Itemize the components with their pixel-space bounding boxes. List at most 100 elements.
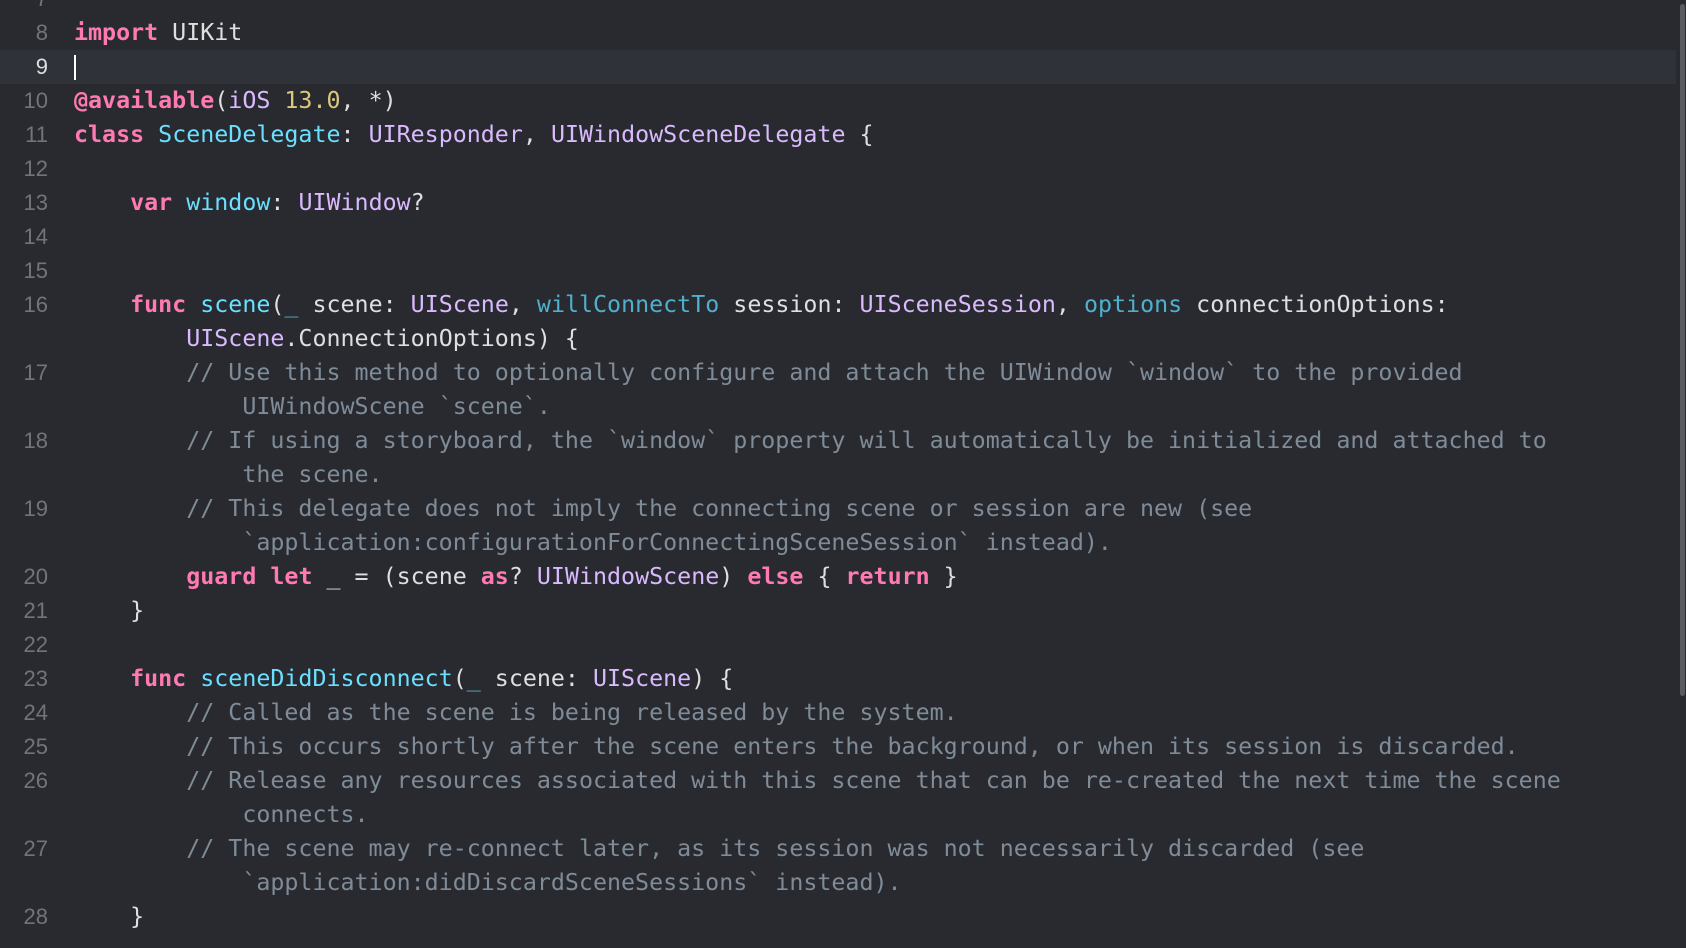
code-text[interactable]: } bbox=[74, 900, 144, 934]
code-line-25[interactable]: 25 // This occurs shortly after the scen… bbox=[0, 730, 1676, 764]
line-number: 23 bbox=[23, 666, 48, 691]
code-text[interactable]: } bbox=[74, 594, 144, 628]
code-token: UIWindowSceneDelegate bbox=[550, 121, 846, 148]
code-token: @available bbox=[74, 87, 215, 114]
code-line-18[interactable]: 18 // If using a storyboard, the `window… bbox=[0, 424, 1676, 458]
code-text[interactable]: class SceneDelegate: UIResponder, UIWind… bbox=[74, 118, 874, 152]
line-number: 8 bbox=[35, 20, 48, 45]
code-line-24[interactable]: 24 // Called as the scene is being relea… bbox=[0, 696, 1676, 730]
code-line-20[interactable]: 20 guard let _ = (scene as? UIWindowScen… bbox=[0, 560, 1676, 594]
line-number: 18 bbox=[23, 428, 48, 453]
code-line-21[interactable]: 21 } bbox=[0, 594, 1676, 628]
code-token: else bbox=[747, 563, 804, 590]
code-line-16[interactable]: 16 func scene(_ scene: UIScene, willConn… bbox=[0, 288, 1676, 322]
line-number: 27 bbox=[23, 836, 48, 861]
code-token: import bbox=[74, 19, 159, 46]
code-line-continuation[interactable]: `application:configurationForConnectingS… bbox=[0, 526, 1676, 560]
code-text[interactable]: `application:didDiscardSceneSessions` in… bbox=[74, 866, 901, 900]
code-line-13[interactable]: 13 var window: UIWindow? bbox=[0, 186, 1676, 220]
code-line-27[interactable]: 27 // The scene may re-connect later, as… bbox=[0, 832, 1676, 866]
code-line-17[interactable]: 17 // Use this method to optionally conf… bbox=[0, 356, 1676, 390]
code-token: // Release any resources associated with… bbox=[186, 767, 1561, 794]
code-token: , bbox=[522, 121, 551, 148]
code-line-8[interactable]: 8 import UIKit bbox=[0, 16, 1676, 50]
code-text[interactable]: func sceneDidDisconnect(_ scene: UIScene… bbox=[74, 662, 733, 696]
code-text[interactable]: var window: UIWindow? bbox=[74, 186, 425, 220]
code-token: let bbox=[270, 563, 313, 590]
line-number: 7 bbox=[0, 0, 48, 16]
code-token: { bbox=[803, 563, 846, 590]
code-line-19[interactable]: 19 // This delegate does not imply the c… bbox=[0, 492, 1676, 526]
code-text[interactable]: // This delegate does not imply the conn… bbox=[74, 492, 1252, 526]
code-line-9[interactable]: 9 bbox=[0, 50, 1676, 84]
code-token: guard bbox=[186, 563, 257, 590]
code-token: var bbox=[130, 189, 173, 216]
code-text[interactable]: UIWindowScene `scene`. bbox=[74, 390, 551, 424]
code-line-10[interactable]: 10 @available(iOS 13.0, *) bbox=[0, 84, 1676, 118]
code-editor[interactable]: 7 8 import UIKit 9 10@available(iOS 13.0, *)… bbox=[0, 0, 1686, 948]
code-token: connectionOptions: bbox=[1182, 291, 1449, 318]
code-text[interactable]: // Called as the scene is being released… bbox=[74, 696, 958, 730]
code-line-14[interactable]: 14 bbox=[0, 220, 1676, 254]
code-token: UIResponder bbox=[368, 121, 523, 148]
code-token: `application:configurationForConnectingS… bbox=[242, 529, 1112, 556]
code-line-11[interactable]: 11 class SceneDelegate: UIResponder, UIWi… bbox=[0, 118, 1676, 152]
code-text[interactable]: // If using a storyboard, the `window` p… bbox=[74, 424, 1547, 458]
code-token: UIKit bbox=[158, 19, 243, 46]
code-text[interactable]: the scene. bbox=[74, 458, 383, 492]
code-line-continuation[interactable]: UIWindowScene `scene`. bbox=[0, 390, 1676, 424]
code-token: ) { bbox=[691, 665, 734, 692]
code-line-28[interactable]: 28 } bbox=[0, 900, 1676, 934]
code-line-continuation[interactable]: UIScene.ConnectionOptions) { bbox=[0, 322, 1676, 356]
code-token: connects. bbox=[242, 801, 369, 828]
code-text[interactable]: func scene(_ scene: UIScene, willConnect… bbox=[74, 288, 1449, 322]
line-number: 9 bbox=[35, 54, 48, 79]
code-token: willConnectTo bbox=[536, 291, 720, 318]
code-token: // This occurs shortly after the scene e… bbox=[186, 733, 1519, 760]
code-line-26[interactable]: 26 // Release any resources associated w… bbox=[0, 764, 1676, 798]
code-text[interactable]: guard let _ = (scene as? UIWindowScene) … bbox=[74, 560, 958, 594]
code-token: 13.0 bbox=[284, 87, 341, 114]
line-number: 19 bbox=[23, 496, 48, 521]
code-text[interactable]: // Use this method to optionally configu… bbox=[74, 356, 1462, 390]
code-token: : bbox=[270, 189, 299, 216]
code-token: // If using a storyboard, the `window` p… bbox=[186, 427, 1547, 454]
line-number: 12 bbox=[23, 156, 48, 181]
code-line-12[interactable]: 12 bbox=[0, 152, 1676, 186]
code-token: ? bbox=[508, 563, 537, 590]
vertical-scrollbar[interactable] bbox=[1676, 0, 1686, 948]
code-text[interactable]: // Release any resources associated with… bbox=[74, 764, 1561, 798]
code-token: the scene. bbox=[242, 461, 383, 488]
code-text[interactable]: // This occurs shortly after the scene e… bbox=[74, 730, 1519, 764]
code-line-continuation[interactable]: the scene. bbox=[0, 458, 1676, 492]
code-text[interactable]: @available(iOS 13.0, *) bbox=[74, 84, 397, 118]
code-line-7[interactable]: 7 bbox=[0, 0, 1676, 16]
code-line-continuation[interactable]: `application:didDiscardSceneSessions` in… bbox=[0, 866, 1676, 900]
code-token: UIScene bbox=[410, 291, 509, 318]
code-line-15[interactable]: 15 bbox=[0, 254, 1676, 288]
code-text[interactable]: UIScene.ConnectionOptions) { bbox=[74, 322, 579, 356]
text-cursor bbox=[74, 55, 76, 80]
code-line-continuation[interactable]: connects. bbox=[0, 798, 1676, 832]
code-token: return bbox=[845, 563, 930, 590]
code-token: // Called as the scene is being released… bbox=[186, 699, 958, 726]
code-line-22[interactable]: 22 bbox=[0, 628, 1676, 662]
code-text[interactable]: `application:configurationForConnectingS… bbox=[74, 526, 1112, 560]
code-text[interactable]: // The scene may re-connect later, as it… bbox=[74, 832, 1364, 866]
code-text[interactable]: connects. bbox=[74, 798, 369, 832]
scrollbar-thumb[interactable] bbox=[1680, 4, 1685, 696]
code-text[interactable]: import UIKit bbox=[74, 16, 242, 50]
code-token: as bbox=[480, 563, 509, 590]
code-line-23[interactable]: 23 func sceneDidDisconnect(_ scene: UISc… bbox=[0, 662, 1676, 696]
